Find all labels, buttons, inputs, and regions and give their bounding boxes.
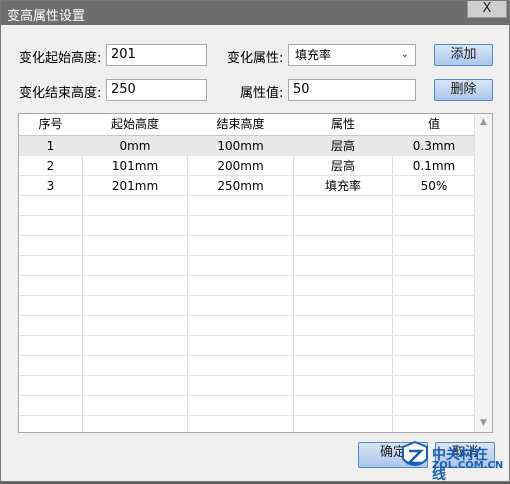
end-height-label: 变化结束高度: — [19, 86, 102, 101]
delete-button-label: 删除 — [450, 82, 477, 97]
grid-row-line — [19, 375, 475, 376]
end-height-input[interactable]: 250 — [106, 79, 207, 101]
grid-row-line — [19, 295, 475, 296]
grid-row-line — [19, 275, 475, 276]
start-height-label: 变化起始高度: — [19, 51, 102, 66]
table-row[interactable]: 1 0mm 100mm 层高 0.3mm — [19, 136, 475, 156]
close-button[interactable]: X — [467, 1, 507, 18]
grid-row-line — [19, 355, 475, 356]
watermark: 中关村在线 ZOL.COM.CN — [401, 441, 504, 483]
zol-logo-icon — [402, 441, 428, 466]
cell-attribute: 层高 — [330, 139, 355, 153]
attribute-value-input[interactable]: 50 — [288, 79, 416, 101]
cell-index: 2 — [46, 159, 55, 173]
column-header-attribute[interactable]: 属性 — [294, 114, 392, 134]
scroll-up-icon[interactable]: ▲ — [475, 114, 492, 131]
cell-attribute: 填充率 — [324, 179, 361, 193]
grid-row-line — [19, 395, 475, 396]
attribute-selected-value: 填充率 — [295, 48, 332, 62]
table-header: 序号 起始高度 结束高度 属性 值 — [19, 114, 475, 136]
delete-button[interactable]: 删除 — [434, 79, 493, 101]
grid-row-line — [19, 235, 475, 236]
scroll-down-icon[interactable]: ▼ — [475, 415, 492, 432]
cell-index: 1 — [46, 139, 55, 153]
table-scrollbar[interactable]: ▲ ▼ — [474, 114, 492, 432]
cell-value: 50% — [420, 179, 448, 193]
column-header-index[interactable]: 序号 — [19, 114, 82, 134]
close-icon: X — [482, 1, 492, 16]
table-row[interactable]: 3 201mm 250mm 填充率 50% — [19, 176, 475, 196]
add-button[interactable]: 添加 — [434, 44, 493, 66]
window-title: 变高属性设置 — [7, 9, 86, 24]
column-header-value[interactable]: 值 — [393, 114, 475, 134]
attribute-table[interactable]: 序号 起始高度 结束高度 属性 值 1 0mm 100mm 层高 0.3mm 2… — [18, 113, 493, 433]
cell-value: 0.1mm — [412, 159, 456, 173]
cell-start-height: 201mm — [111, 179, 159, 193]
grid-row-line — [19, 255, 475, 256]
title-bar[interactable]: 变高属性设置 X — [1, 1, 509, 25]
cell-start-height: 0mm — [119, 139, 151, 153]
attribute-label: 变化属性: — [227, 51, 284, 66]
start-height-input[interactable]: 201 — [106, 44, 207, 66]
dialog-window: 变高属性设置 X 变化起始高度: 201 变化属性: 填充率 ⌄ 添加 变化结束… — [0, 0, 510, 483]
watermark-url: ZOL.COM.CN — [432, 460, 504, 471]
attribute-value-label: 属性值: — [240, 86, 284, 101]
grid-row-line — [19, 315, 475, 316]
grid-row-line — [19, 415, 475, 416]
chevron-down-icon: ⌄ — [400, 49, 409, 60]
grid-row-line — [19, 335, 475, 336]
cell-index: 3 — [46, 179, 55, 193]
grid-row-line — [19, 215, 475, 216]
table-row[interactable]: 2 101mm 200mm 层高 0.1mm — [19, 156, 475, 176]
cell-start-height: 101mm — [111, 159, 159, 173]
column-header-start-height[interactable]: 起始高度 — [83, 114, 187, 134]
column-header-end-height[interactable]: 结束高度 — [188, 114, 293, 134]
cell-attribute: 层高 — [330, 159, 355, 173]
cell-end-height: 250mm — [217, 179, 264, 193]
cell-end-height: 100mm — [217, 139, 264, 153]
add-button-label: 添加 — [450, 47, 477, 62]
cell-value: 0.3mm — [412, 139, 456, 153]
attribute-select[interactable]: 填充率 ⌄ — [288, 44, 416, 66]
cell-end-height: 200mm — [217, 159, 264, 173]
